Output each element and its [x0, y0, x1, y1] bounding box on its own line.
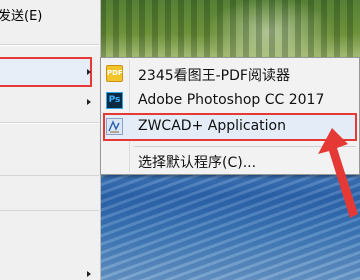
submenu-arrow-icon	[87, 271, 91, 277]
open-with-menu-item[interactable]	[0, 57, 92, 87]
submenu-arrow-icon	[87, 69, 91, 75]
submenu-item-label: 2345看图王-PDF阅读器	[138, 68, 290, 84]
pdf-icon: PDF	[106, 65, 123, 82]
send-to-menu-item[interactable]: 发送(E)	[0, 0, 100, 26]
submenu-item-label: Adobe Photoshop CC 2017	[138, 92, 325, 108]
photoshop-icon: Ps	[106, 92, 123, 109]
submenu-item-label: 选择默认程序(C)...	[138, 155, 257, 171]
red-pointer-arrow-icon	[318, 128, 358, 218]
submenu-arrow-icon	[87, 99, 91, 105]
menu-separator-highlight	[0, 45, 99, 46]
wallpaper-trees	[100, 0, 360, 60]
zwcad-icon	[106, 118, 123, 135]
submenu-item-label: ZWCAD+ Application	[138, 118, 286, 134]
submenu-item-2345-pdf[interactable]: PDF 2345看图王-PDF阅读器	[101, 61, 359, 87]
menu-separator-highlight	[0, 123, 99, 124]
context-menu: 发送(E)	[0, 0, 101, 280]
menu-separator	[0, 175, 99, 176]
menu-item-label: 发送(E)	[0, 9, 43, 24]
menu-separator	[0, 210, 99, 211]
